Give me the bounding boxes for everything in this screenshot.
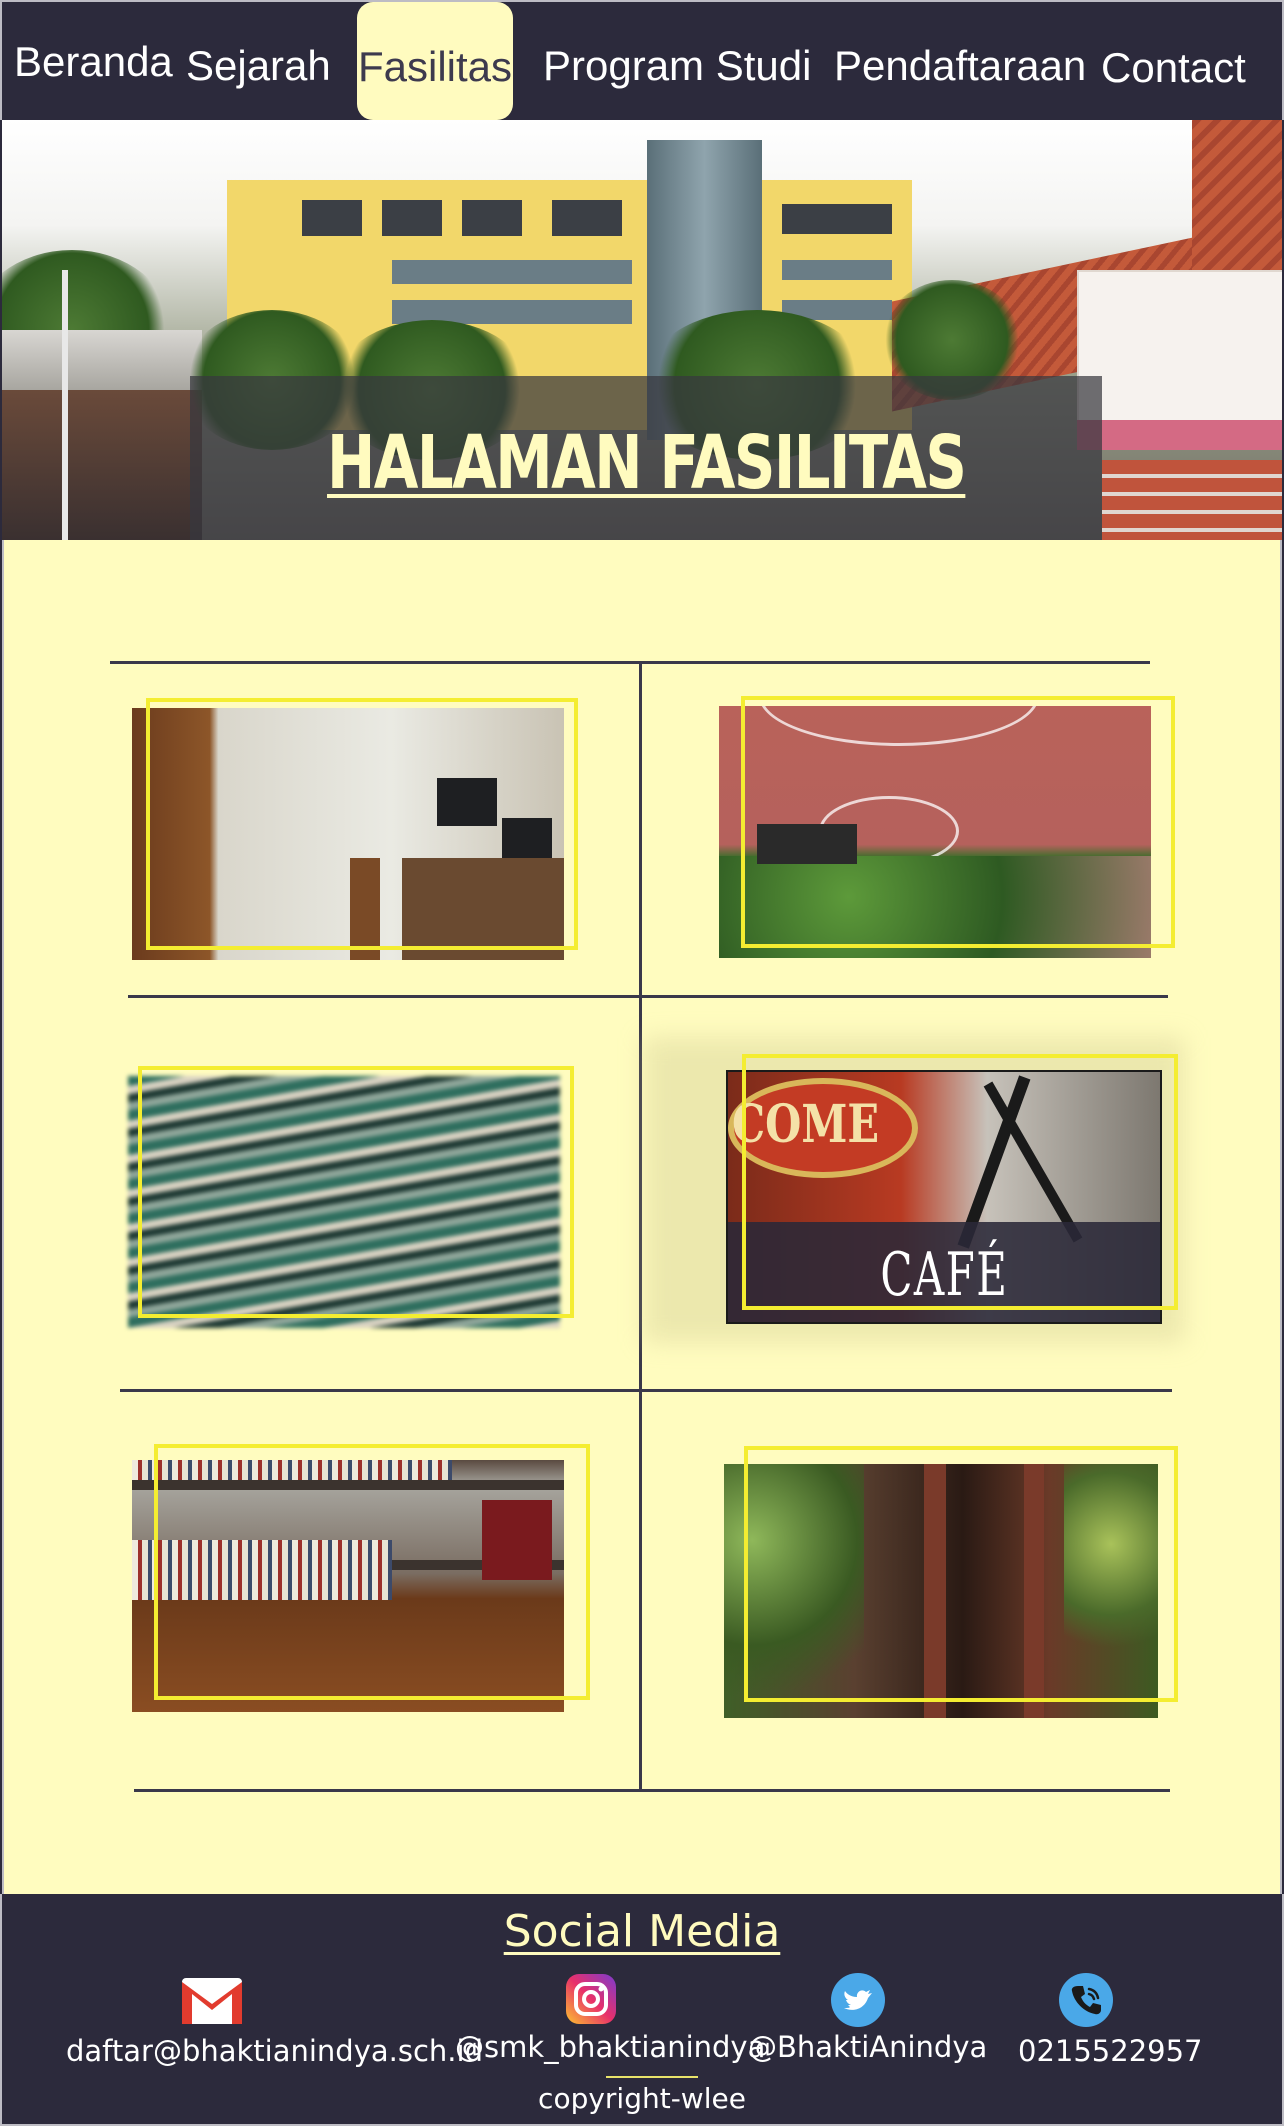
page-title: HALAMAN FASILITAS	[326, 420, 967, 506]
nav-pendaftaraan[interactable]: Pendaftaraan	[834, 42, 1086, 90]
social-media-title: Social Media	[503, 1906, 781, 1957]
grid-divider	[120, 1389, 1172, 1392]
instagram-handle[interactable]: @smk_bhaktianindya	[455, 2030, 765, 2064]
cafe-caption-band: CAFÉ	[728, 1222, 1160, 1322]
grid-divider	[639, 661, 642, 1791]
photo-computer-lab[interactable]	[132, 708, 564, 960]
photo-library[interactable]	[132, 1460, 564, 1712]
grid-divider	[110, 661, 1150, 664]
email-link[interactable]: daftar@bhaktianindya.sch.id	[66, 2034, 483, 2068]
grid-divider	[134, 1789, 1170, 1792]
instagram-icon[interactable]	[564, 1972, 618, 2026]
nav-sejarah[interactable]: Sejarah	[186, 42, 331, 90]
hero-section: HALAMAN FASILITAS	[2, 120, 1282, 540]
photo-cafe[interactable]: COME CAFÉ	[726, 1070, 1162, 1324]
top-navigation: Beranda Sejarah Fasilitas Program Studi …	[0, 0, 1284, 120]
nav-program-studi[interactable]: Program Studi	[543, 42, 811, 90]
nav-fasilitas[interactable]: Fasilitas	[357, 2, 513, 120]
phone-number[interactable]: 0215522957	[1018, 2034, 1203, 2068]
copyright-divider	[606, 2076, 698, 2078]
footer: Social Media daftar@bhaktianindya.sch.id…	[0, 1894, 1284, 2126]
nav-contact[interactable]: Contact	[1101, 44, 1246, 92]
nav-beranda[interactable]: Beranda	[14, 38, 173, 86]
hero-title-banner: HALAMAN FASILITAS	[190, 376, 1102, 540]
phone-icon[interactable]	[1058, 1972, 1114, 2027]
facilities-gallery: COME CAFÉ	[2, 540, 1282, 1894]
twitter-icon[interactable]	[830, 1972, 886, 2027]
photo-hall[interactable]	[724, 1464, 1158, 1718]
photo-prayer-room-carpet[interactable]	[128, 1076, 560, 1328]
grid-divider	[128, 995, 1168, 998]
twitter-handle[interactable]: @BhaktiAnindya	[748, 2030, 987, 2064]
copyright-text: copyright-wlee	[538, 2082, 746, 2115]
gmail-icon[interactable]	[180, 1974, 242, 2028]
photo-basketball-court[interactable]	[719, 706, 1151, 958]
cafe-label: CAFÉ	[880, 1240, 1008, 1310]
